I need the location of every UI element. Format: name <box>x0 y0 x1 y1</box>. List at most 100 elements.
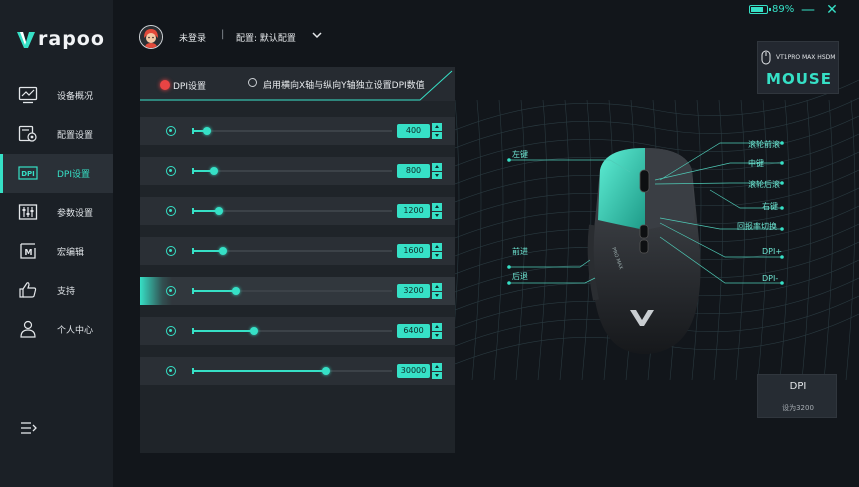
dpi-level-radio[interactable] <box>166 326 176 336</box>
callout-dpi-plus[interactable]: DPI+ <box>762 247 782 256</box>
dpi-level-row[interactable]: 400 <box>140 117 455 145</box>
sidebar-item-label: 设备概况 <box>57 92 94 102</box>
callout-polling-rate[interactable]: 回报率切换 <box>737 221 777 232</box>
dpi-increase-button[interactable] <box>432 163 442 171</box>
chevron-down-icon[interactable] <box>312 31 322 39</box>
brand-name: rapoo <box>38 28 105 50</box>
callout-dpi-minus[interactable]: DPI- <box>762 274 778 283</box>
header-separator: | <box>221 29 225 40</box>
device-model: VT1PRO MAX HSDM <box>776 54 836 61</box>
xy-independent-radio[interactable] <box>248 78 257 87</box>
dpi-decrease-button[interactable] <box>432 251 442 259</box>
dpi-level-row[interactable]: 800 <box>140 157 455 185</box>
mouse-device-icon <box>761 50 771 65</box>
dpi-slider-track[interactable] <box>192 287 392 295</box>
callout-scroll-up[interactable]: 滚轮前滚 <box>748 139 780 150</box>
dpi-level-radio[interactable] <box>166 126 176 136</box>
dpi-value-input[interactable]: 400 <box>397 124 430 138</box>
dpi-slider-thumb[interactable] <box>322 367 330 375</box>
dpi-status-card[interactable]: DPI 设为3200 <box>757 374 837 418</box>
dpi-slider-track[interactable] <box>192 207 392 215</box>
dpi-level-row[interactable]: 3200 <box>140 277 455 305</box>
dpi-decrease-button[interactable] <box>432 131 442 139</box>
dpi-decrease-button[interactable] <box>432 171 442 179</box>
dpi-decrease-button[interactable] <box>432 331 442 339</box>
sidebar-item-dpi[interactable]: DPI DPI设置 <box>0 154 113 193</box>
dpi-increase-button[interactable] <box>432 283 442 291</box>
dpi-value-input[interactable]: 800 <box>397 164 430 178</box>
dpi-icon: DPI <box>18 166 38 180</box>
avatar[interactable] <box>139 25 163 49</box>
dpi-level-radio[interactable] <box>166 166 176 176</box>
config-gear-icon <box>18 125 37 142</box>
sliders-icon <box>18 204 38 220</box>
dpi-slider-thumb[interactable] <box>250 327 258 335</box>
sidebar-item-params[interactable]: 参数设置 <box>0 193 113 232</box>
sidebar-item-device-overview[interactable]: 设备概况 <box>0 76 113 115</box>
dpi-increase-button[interactable] <box>432 363 442 371</box>
sidebar-item-label: DPI设置 <box>57 170 91 180</box>
dpi-slider-track[interactable] <box>192 127 392 135</box>
dpi-level-row[interactable]: 1200 <box>140 197 455 225</box>
dpi-slider-track[interactable] <box>192 167 392 175</box>
dpi-level-radio[interactable] <box>166 206 176 216</box>
callout-forward[interactable]: 前进 <box>512 246 528 257</box>
dpi-mode-label: DPI设置 <box>173 82 207 92</box>
dpi-card-subtitle: 设为3200 <box>782 404 814 412</box>
sidebar-nav: 设备概况 配置设置 DPI DPI设置 参数设置 M 宏编辑 支持 个人中心 <box>0 76 113 349</box>
user-icon <box>20 320 36 338</box>
callout-right-click[interactable]: 右键 <box>762 201 778 212</box>
dpi-value-input[interactable]: 1600 <box>397 244 430 258</box>
battery-percent: 89% <box>772 4 795 15</box>
sidebar-item-label: 配置设置 <box>57 131 94 141</box>
dpi-icon-text: DPI <box>21 170 35 178</box>
sidebar-item-label: 支持 <box>57 287 76 297</box>
login-status[interactable]: 未登录 <box>179 31 206 44</box>
sidebar-item-support[interactable]: 支持 <box>0 271 113 310</box>
close-button[interactable]: ✕ <box>822 0 842 20</box>
dpi-slider-thumb[interactable] <box>232 287 240 295</box>
minimize-button[interactable]: — <box>798 0 818 20</box>
sidebar-item-config[interactable]: 配置设置 <box>0 115 113 154</box>
dpi-slider-thumb[interactable] <box>219 247 227 255</box>
macro-icon: M <box>20 243 36 259</box>
dpi-level-radio[interactable] <box>166 286 176 296</box>
dpi-level-radio[interactable] <box>166 366 176 376</box>
sidebar-item-label: 参数设置 <box>57 209 94 219</box>
dpi-increase-button[interactable] <box>432 203 442 211</box>
dpi-level-radio[interactable] <box>166 246 176 256</box>
callout-middle-click[interactable]: 中键 <box>748 158 764 169</box>
dpi-decrease-button[interactable] <box>432 371 442 379</box>
callout-back[interactable]: 后退 <box>512 271 528 282</box>
dpi-increase-button[interactable] <box>432 323 442 331</box>
dpi-increase-button[interactable] <box>432 123 442 131</box>
dpi-increase-button[interactable] <box>432 243 442 251</box>
dpi-value-input[interactable]: 3200 <box>397 284 430 298</box>
dpi-level-row[interactable]: 6400 <box>140 317 455 345</box>
callout-left-click[interactable]: 左键 <box>512 149 528 160</box>
dpi-value-input[interactable]: 6400 <box>397 324 430 338</box>
dpi-slider-thumb[interactable] <box>215 207 223 215</box>
dpi-mode-radio-selected[interactable] <box>160 80 170 90</box>
dpi-slider-track[interactable] <box>192 327 392 335</box>
dpi-level-row[interactable]: 30000 <box>140 357 455 385</box>
sidebar-item-macro[interactable]: M 宏编辑 <box>0 232 113 271</box>
dpi-decrease-button[interactable] <box>432 211 442 219</box>
dpi-slider-thumb[interactable] <box>210 167 218 175</box>
sidebar-item-label: 宏编辑 <box>57 248 85 258</box>
sidebar-collapse-icon[interactable] <box>20 420 38 436</box>
dpi-slider-fill <box>192 330 254 332</box>
device-card[interactable]: VT1PRO MAX HSDM MOUSE <box>757 41 839 94</box>
sidebar-item-profile[interactable]: 个人中心 <box>0 310 113 349</box>
xy-independent-label: 启用横向X轴与纵向Y轴独立设置DPI数值 <box>263 81 425 91</box>
dpi-slider-thumb[interactable] <box>203 127 211 135</box>
dpi-decrease-button[interactable] <box>432 291 442 299</box>
dpi-level-row[interactable]: 1600 <box>140 237 455 265</box>
dpi-slider-track[interactable] <box>192 247 392 255</box>
config-selector[interactable]: 配置: 默认配置 <box>236 31 296 44</box>
dpi-value-input[interactable]: 1200 <box>397 204 430 218</box>
callout-scroll-down[interactable]: 滚轮后滚 <box>748 179 780 190</box>
dpi-value-input[interactable]: 30000 <box>397 364 430 378</box>
dpi-slider-track[interactable] <box>192 367 392 375</box>
macro-icon-text: M <box>25 248 33 257</box>
